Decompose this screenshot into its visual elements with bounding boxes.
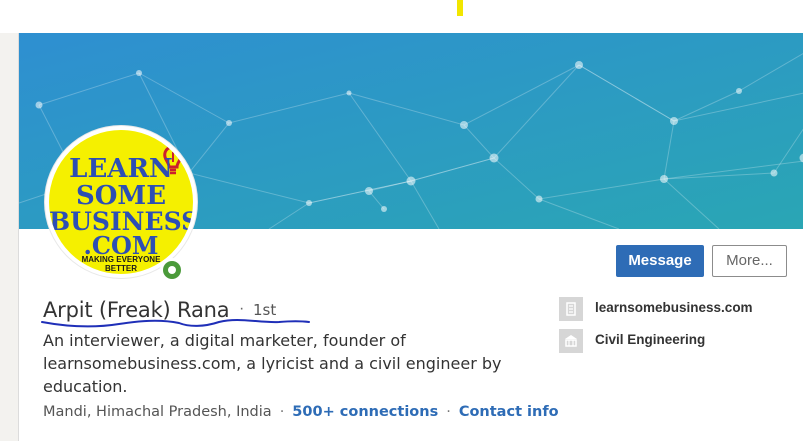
separator: · — [446, 404, 451, 420]
contact-info-link[interactable]: Contact info — [459, 404, 559, 420]
location-text: Mandi, Himachal Pradesh, India — [43, 404, 272, 420]
location-row: Mandi, Himachal Pradesh, India · 500+ conn… — [43, 404, 559, 420]
top-strip — [0, 0, 803, 33]
website-text[interactable]: learnsomebusiness.com — [595, 300, 753, 315]
highlight-mark — [457, 0, 463, 16]
connections-link[interactable]: 500+ connections — [292, 404, 438, 420]
company-logo: LEARN SOME BUSINESS .COM MAKING EVERYONE… — [49, 130, 193, 274]
online-status-icon — [160, 258, 184, 282]
more-button[interactable]: More... — [712, 245, 787, 277]
profile-card: LEARN SOME BUSINESS .COM MAKING EVERYONE… — [18, 33, 803, 441]
building-icon — [559, 297, 583, 321]
education-text[interactable]: Civil Engineering — [595, 332, 705, 347]
profile-headline: An interviewer, a digital marketer, foun… — [43, 331, 502, 396]
logo-text-line-2: SOME — [75, 181, 167, 211]
avatar[interactable]: LEARN SOME BUSINESS .COM MAKING EVERYONE… — [45, 126, 197, 278]
separator: · — [279, 404, 285, 420]
logo-text-line-1: LEARN — [69, 154, 173, 184]
message-button[interactable]: Message — [616, 245, 704, 277]
school-icon — [559, 329, 583, 353]
